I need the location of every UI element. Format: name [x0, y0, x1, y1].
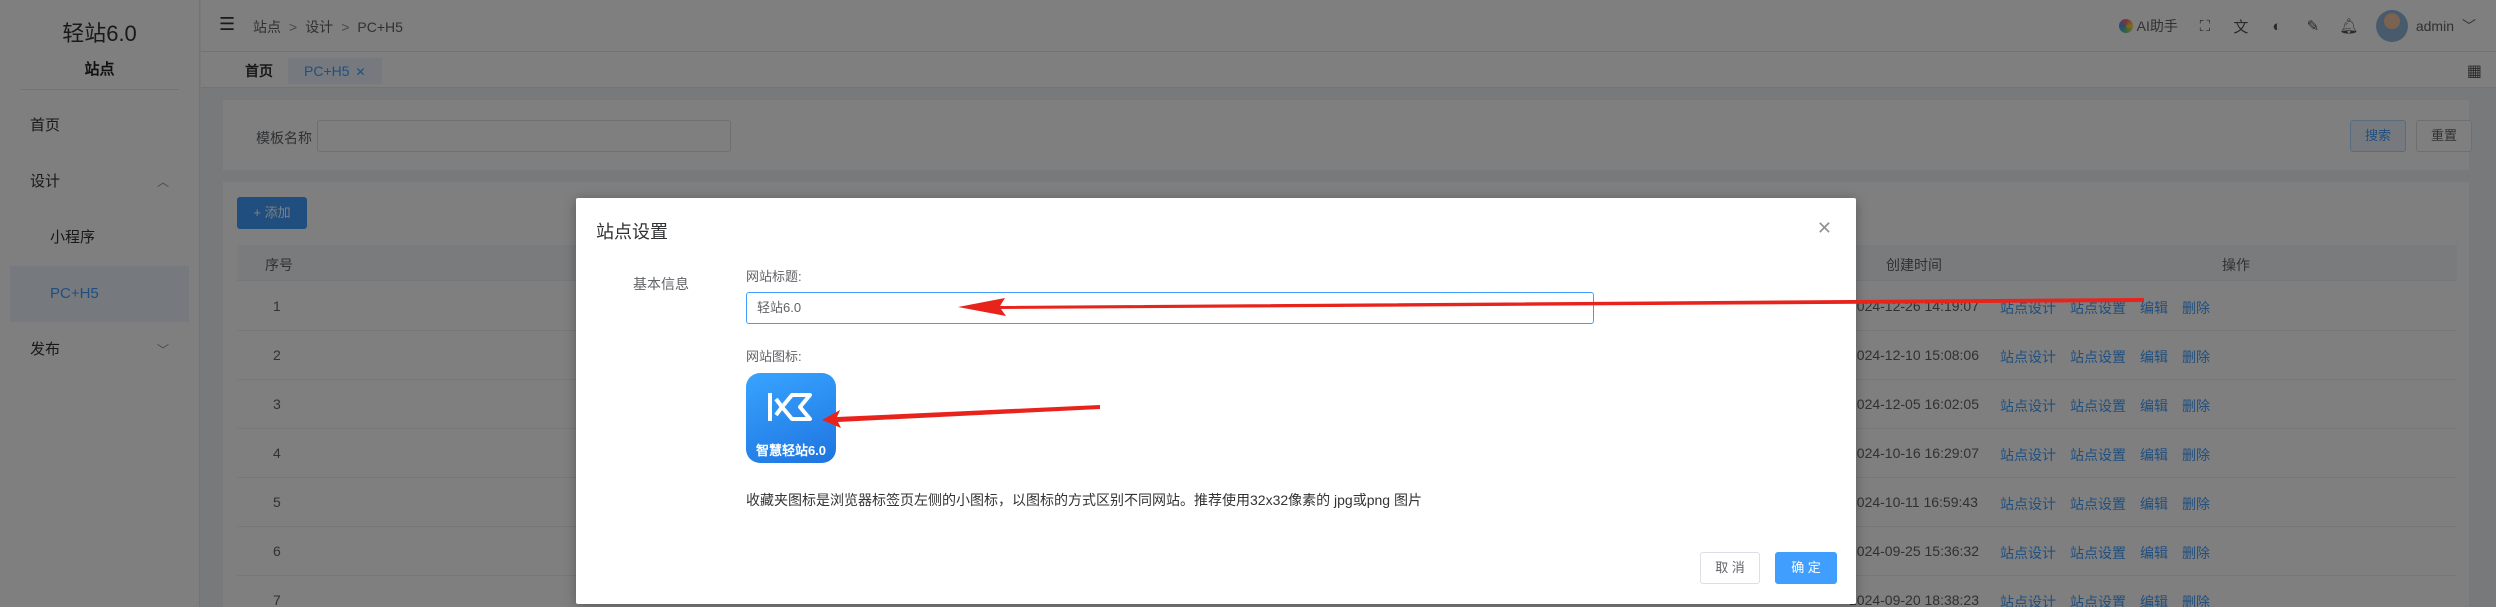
- cancel-button[interactable]: 取 消: [1700, 552, 1760, 584]
- site-logo-mark-icon: [768, 393, 812, 421]
- close-icon[interactable]: ✕: [1817, 218, 1832, 239]
- basic-info-label: 基本信息: [633, 276, 689, 292]
- site-title-input[interactable]: 轻站6.0: [746, 292, 1594, 324]
- site-title-label: 网站标题:: [746, 269, 802, 284]
- icon-help-text: 收藏夹图标是浏览器标签页左侧的小图标，以图标的方式区别不同网站。推荐使用32x3…: [746, 492, 1422, 508]
- site-settings-dialog: 站点设置 ✕ 基本信息 网站标题: 轻站6.0 网站图标: 智慧轻站6.0 收藏…: [576, 198, 1856, 604]
- confirm-button[interactable]: 确 定: [1775, 552, 1837, 584]
- dialog-title: 站点设置: [596, 222, 668, 242]
- site-logo-text: 智慧轻站6.0: [755, 443, 827, 458]
- site-icon-upload[interactable]: 智慧轻站6.0: [746, 373, 836, 463]
- site-icon-label: 网站图标:: [746, 349, 802, 364]
